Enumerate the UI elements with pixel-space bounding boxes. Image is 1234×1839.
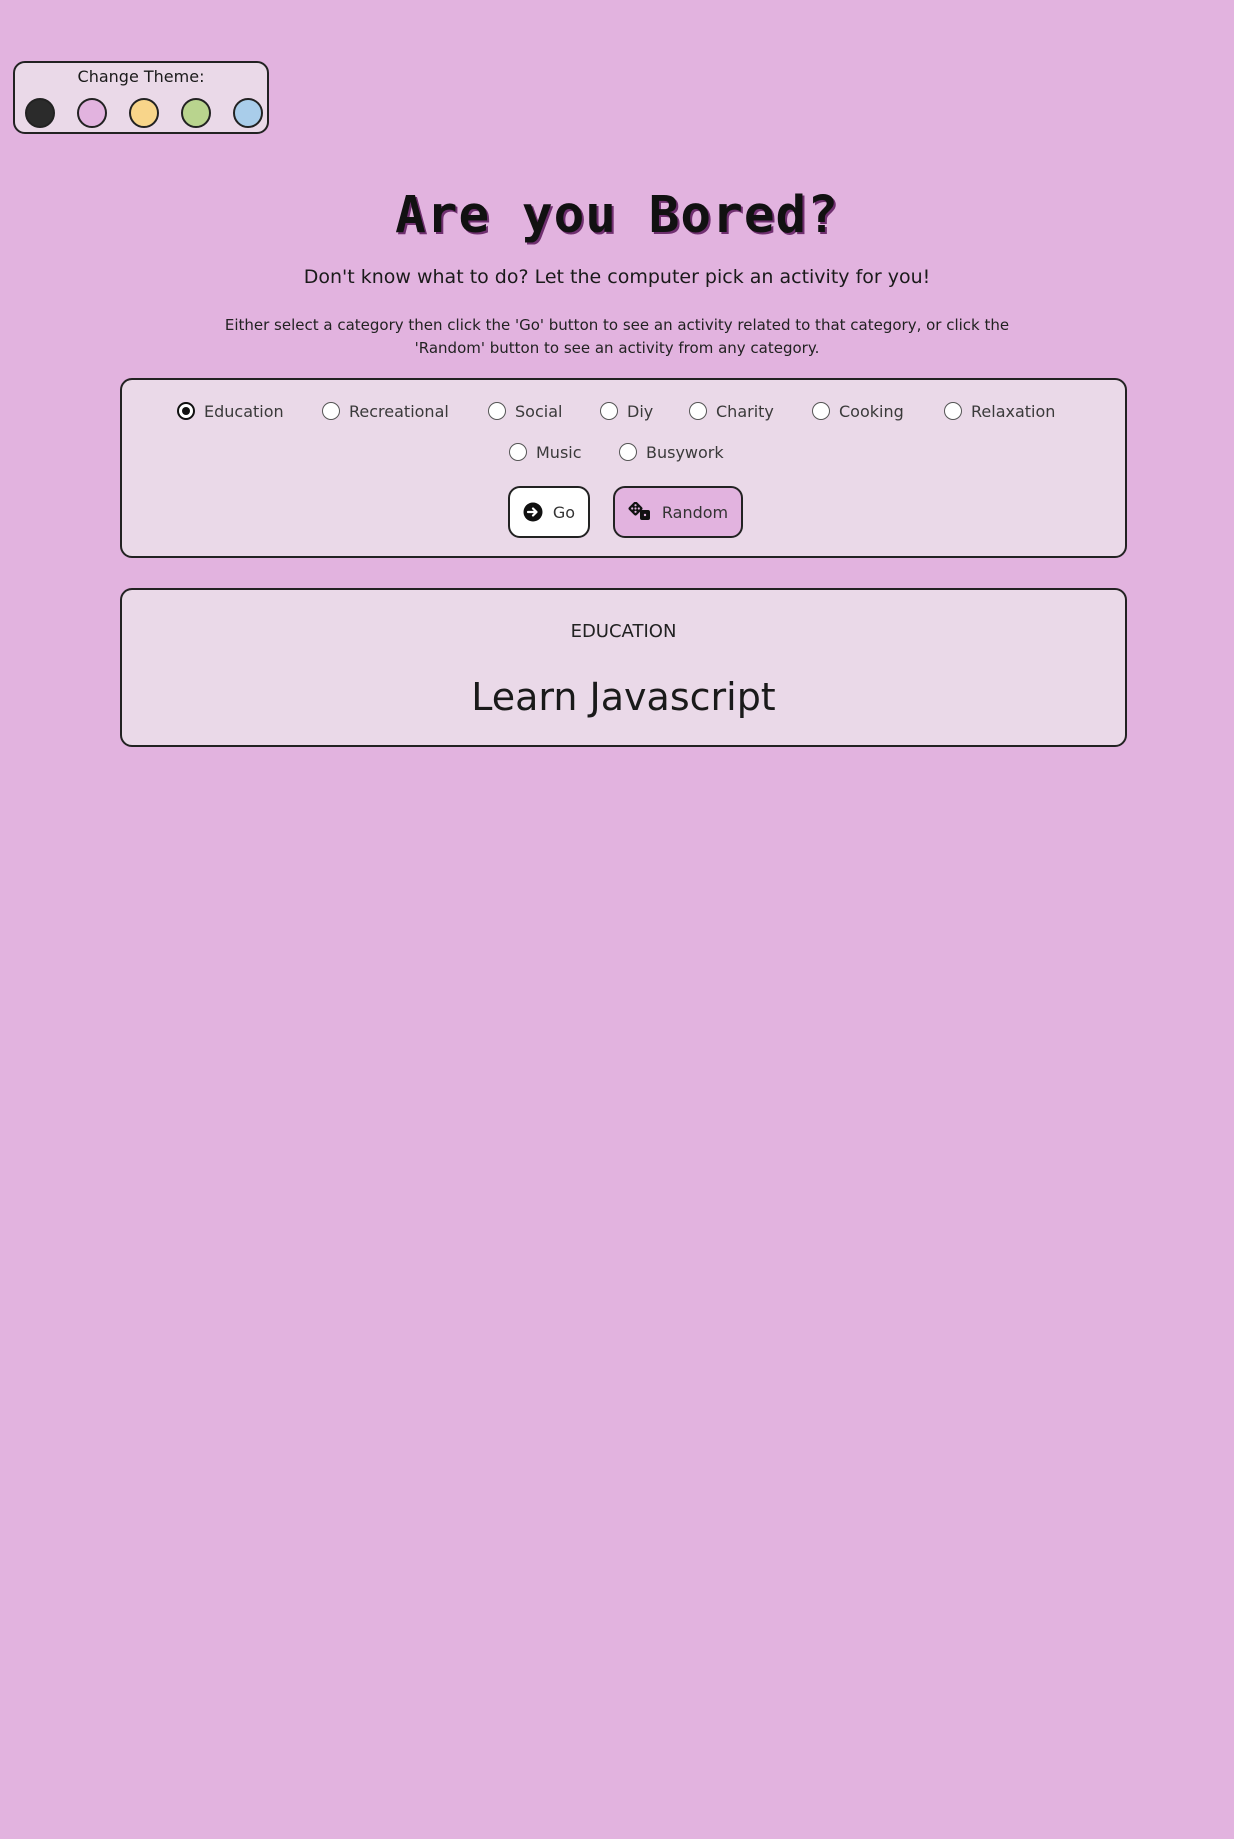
radio-label: Busywork [646,442,724,462]
radio-button[interactable] [619,443,637,461]
theme-swatch-green[interactable] [181,98,211,128]
radio-relaxation[interactable]: Relaxation [944,400,1055,422]
radio-button[interactable] [509,443,527,461]
theme-swatch-blue[interactable] [233,98,263,128]
radio-button[interactable] [944,402,962,420]
radio-button[interactable] [177,402,195,420]
radio-busywork[interactable]: Busywork [619,441,724,463]
theme-switcher: Change Theme: [13,61,269,134]
radio-label: Recreational [349,401,449,421]
radio-button[interactable] [600,402,618,420]
category-panel: Education Recreational Social Diy Charit… [120,378,1127,558]
radio-label: Cooking [839,401,904,421]
result-activity: Learn Javascript [471,675,776,719]
radio-social[interactable]: Social [488,400,562,422]
page-title: Are you Bored? [395,186,839,245]
go-button[interactable]: Go [508,486,590,538]
radio-recreational[interactable]: Recreational [322,400,449,422]
radio-label: Social [515,401,563,421]
theme-swatch-dark[interactable] [25,98,55,128]
radio-label: Education [204,401,284,421]
theme-swatch-pink[interactable] [77,98,107,128]
dice-icon [628,502,652,522]
theme-swatch-yellow[interactable] [129,98,159,128]
radio-diy[interactable]: Diy [600,400,653,422]
radio-charity[interactable]: Charity [689,400,774,422]
random-button[interactable]: Random [613,486,743,538]
radio-label: Charity [716,401,774,421]
radio-button[interactable] [322,402,340,420]
instructions-text: Either select a category then click the … [224,316,1010,357]
radio-label: Music [536,442,582,462]
radio-button[interactable] [488,402,506,420]
radio-label: Diy [627,401,654,421]
go-button-label: Go [552,502,576,522]
page-subtitle: Don't know what to do? Let the computer … [303,266,931,288]
result-panel: EDUCATION Learn Javascript [120,588,1127,747]
radio-education[interactable]: Education [177,400,284,422]
radio-label: Relaxation [971,401,1056,421]
radio-button[interactable] [689,402,707,420]
radio-music[interactable]: Music [509,441,582,463]
arrow-circle-right-icon [523,502,543,522]
radio-button[interactable] [812,402,830,420]
result-category: EDUCATION [570,621,677,642]
theme-label: Change Theme: [77,67,205,86]
random-button-label: Random [661,502,729,522]
radio-cooking[interactable]: Cooking [812,400,904,422]
